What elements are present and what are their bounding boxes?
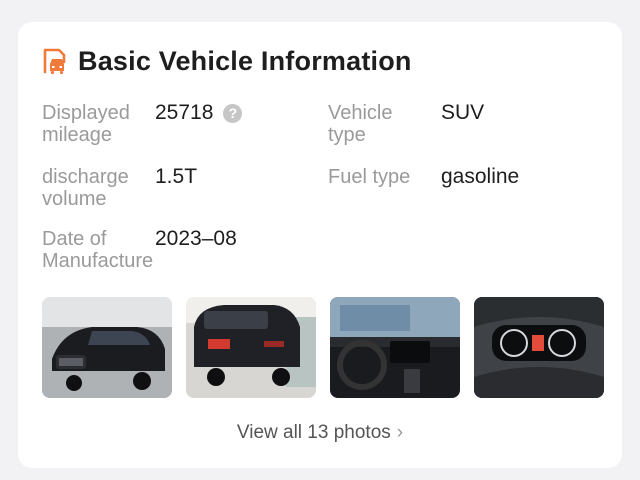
manufacture-date-label-line2: Manufacture bbox=[42, 250, 154, 272]
mileage-label-line1: Displayed bbox=[42, 102, 130, 124]
manufacture-date-label: Date of Manufacture bbox=[42, 228, 153, 272]
photo-strip bbox=[42, 297, 604, 398]
displacement-label-line2: volume bbox=[42, 188, 107, 210]
view-all-photos-link[interactable]: View all 13 photos › bbox=[18, 422, 622, 444]
fuel-type-value: gasoline bbox=[441, 165, 520, 188]
mileage-value: 25718 bbox=[155, 101, 214, 124]
chevron-right-icon: › bbox=[396, 422, 404, 443]
mileage-label: Displayed mileage bbox=[42, 102, 130, 146]
rear-view-photo[interactable] bbox=[186, 297, 316, 398]
vehicle-type-label-line2: type bbox=[328, 124, 366, 146]
fuel-type-label: Fuel type bbox=[328, 166, 411, 188]
displacement-label-line1: discharge bbox=[42, 166, 129, 188]
mileage-value-group: 25718 ? bbox=[155, 101, 243, 124]
front-view-photo[interactable] bbox=[42, 297, 172, 398]
displacement-label: discharge volume bbox=[42, 166, 129, 210]
view-all-label: View all 13 photos bbox=[236, 422, 391, 443]
instrument-cluster-photo[interactable] bbox=[474, 297, 604, 398]
displacement-value: 1.5T bbox=[155, 165, 198, 188]
mileage-label-line2: mileage bbox=[42, 124, 113, 146]
vehicle-type-label-line1: Vehicle bbox=[328, 102, 393, 124]
vehicle-info-card: Basic Vehicle Information Displayed mile… bbox=[18, 22, 622, 468]
car-document-icon bbox=[43, 48, 66, 74]
manufacture-date-value: 2023–08 bbox=[155, 227, 237, 250]
card-title: Basic Vehicle Information bbox=[78, 46, 412, 76]
vehicle-type-label: Vehicle type bbox=[328, 102, 393, 146]
card-header: Basic Vehicle Information bbox=[40, 46, 412, 77]
help-icon[interactable]: ? bbox=[223, 103, 243, 123]
manufacture-date-label-line1: Date of bbox=[42, 228, 107, 250]
vehicle-type-value: SUV bbox=[441, 101, 485, 124]
interior-dashboard-photo[interactable] bbox=[330, 297, 460, 398]
